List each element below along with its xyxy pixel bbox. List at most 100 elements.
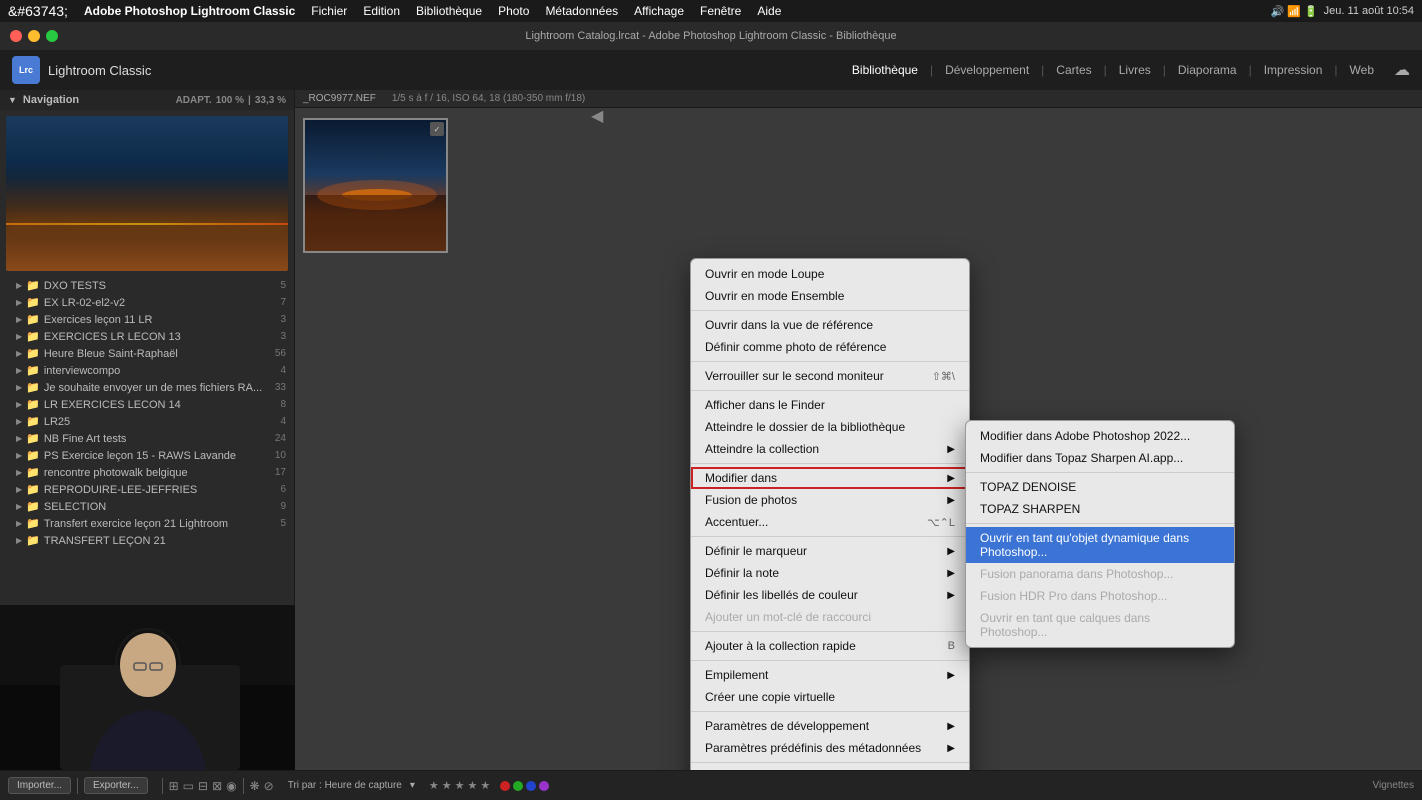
tab-livres[interactable]: Livres bbox=[1109, 59, 1161, 81]
context-menu-item-empilement[interactable]: Empilement▶ bbox=[691, 664, 969, 686]
submenu-item-smart-object[interactable]: Ouvrir en tant qu'objet dynamique dans P… bbox=[966, 527, 1234, 563]
context-menu-item-meta-params[interactable]: Paramètres prédéfinis des métadonnées▶ bbox=[691, 737, 969, 759]
star-1[interactable]: ★ bbox=[429, 779, 439, 792]
tab-developpement[interactable]: Développement bbox=[935, 59, 1039, 81]
folder-item[interactable]: ▶ 📁 interviewcompo 4 bbox=[0, 362, 294, 379]
compare-view-icon[interactable]: ⊟ bbox=[198, 779, 208, 793]
folder-item[interactable]: ▶ 📁 Je souhaite envoyer un de mes fichie… bbox=[0, 379, 294, 396]
folder-item[interactable]: ▶ 📁 Exercices leçon 11 LR 3 bbox=[0, 311, 294, 328]
grid-view-icon[interactable]: ⊞ bbox=[169, 779, 179, 793]
context-menu-item-copie-virtuelle[interactable]: Créer une copie virtuelle bbox=[691, 686, 969, 708]
folder-item[interactable]: ▶ 📁 DXO TESTS 5 bbox=[0, 277, 294, 294]
context-menu-item-modifier-dans[interactable]: Modifier dans▶ bbox=[691, 467, 969, 489]
tab-web[interactable]: Web bbox=[1340, 59, 1384, 81]
context-menu-item-lock-monitor[interactable]: Verrouiller sur le second moniteur⇧⌘\ bbox=[691, 365, 969, 387]
folder-item[interactable]: ▶ 📁 REPRODUIRE-LEE-JEFFRIES 6 bbox=[0, 481, 294, 498]
folder-item[interactable]: ▶ 📁 EXERCICES LR LECON 13 3 bbox=[0, 328, 294, 345]
apple-menu[interactable]: &#63743; bbox=[8, 3, 68, 19]
menubar-item-app[interactable]: Adobe Photoshop Lightroom Classic bbox=[78, 0, 301, 22]
import-button[interactable]: Importer... bbox=[8, 777, 71, 794]
menubar-item-fichier[interactable]: Fichier bbox=[305, 0, 353, 22]
folder-item[interactable]: ▶ 📁 NB Fine Art tests 24 bbox=[0, 430, 294, 447]
folder-item[interactable]: ▶ 📁 LR25 4 bbox=[0, 413, 294, 430]
menubar-item-photo[interactable]: Photo bbox=[492, 0, 535, 22]
context-menu-item-label: Ajouter à la collection rapide bbox=[705, 639, 856, 653]
folder-item[interactable]: ▶ 📁 TRANSFERT LEÇON 21 bbox=[0, 532, 294, 549]
filter-icon[interactable]: ⊘ bbox=[264, 779, 274, 793]
folder-name: DXO TESTS bbox=[44, 280, 277, 292]
context-menu-arrow: ▶ bbox=[947, 495, 955, 506]
menubar-item-aide[interactable]: Aide bbox=[751, 0, 787, 22]
context-menu-item-collection-rapide[interactable]: Ajouter à la collection rapideB bbox=[691, 635, 969, 657]
folder-item[interactable]: ▶ 📁 rencontre photowalk belgique 17 bbox=[0, 464, 294, 481]
context-menu-item-ensemble[interactable]: Ouvrir en mode Ensemble bbox=[691, 285, 969, 307]
context-menu-item-finder[interactable]: Afficher dans le Finder bbox=[691, 394, 969, 416]
submenu-item-topaz-denoise[interactable]: TOPAZ DENOISE bbox=[966, 476, 1234, 498]
tab-bibliotheque[interactable]: Bibliothèque bbox=[842, 59, 928, 81]
submenu-item-label: Modifier dans Topaz Sharpen AI.app... bbox=[980, 451, 1183, 465]
submenu-item-topaz-sharpen[interactable]: TOPAZ SHARPEN bbox=[966, 498, 1234, 520]
color-blue[interactable] bbox=[526, 781, 536, 791]
navigation-header[interactable]: ▼ Navigation ADAPT. 100 % | 33,3 % bbox=[0, 90, 294, 110]
folder-icon: 📁 bbox=[26, 330, 40, 343]
context-menu-item-library-folder[interactable]: Atteindre le dossier de la bibliothèque bbox=[691, 416, 969, 438]
star-4[interactable]: ★ bbox=[468, 779, 478, 792]
folder-name: NB Fine Art tests bbox=[44, 433, 271, 445]
folder-count: 9 bbox=[280, 501, 286, 512]
folder-icon: 📁 bbox=[26, 381, 40, 394]
color-red[interactable] bbox=[500, 781, 510, 791]
main-content: _ROC9977.NEF 1/5 s à f / 16, ISO 64, 18 … bbox=[295, 90, 1422, 770]
nav-tabs: Bibliothèque | Développement | Cartes | … bbox=[842, 59, 1410, 81]
color-purple[interactable] bbox=[539, 781, 549, 791]
submenu-item-topaz-sharpen-app[interactable]: Modifier dans Topaz Sharpen AI.app... bbox=[966, 447, 1234, 469]
maximize-button[interactable] bbox=[46, 30, 58, 42]
scroll-left-arrow[interactable]: ◀ bbox=[591, 106, 603, 126]
folder-item[interactable]: ▶ 📁 LR EXERCICES LECON 14 8 bbox=[0, 396, 294, 413]
context-menu-item-ref-photo[interactable]: Définir comme photo de référence bbox=[691, 336, 969, 358]
star-3[interactable]: ★ bbox=[455, 779, 465, 792]
menubar-item-edition[interactable]: Edition bbox=[357, 0, 406, 22]
folder-item[interactable]: ▶ 📁 PS Exercice leçon 15 - RAWS Lavande … bbox=[0, 447, 294, 464]
submenu-item-label: Fusion HDR Pro dans Photoshop... bbox=[980, 589, 1167, 603]
people-view-icon[interactable]: ◉ bbox=[226, 779, 236, 793]
star-2[interactable]: ★ bbox=[442, 779, 452, 792]
context-menu-separator bbox=[691, 660, 969, 661]
spray-icon[interactable]: ❋ bbox=[250, 779, 260, 793]
menubar-item-fenetre[interactable]: Fenêtre bbox=[694, 0, 747, 22]
minimize-button[interactable] bbox=[28, 30, 40, 42]
context-menu-item-ref-view[interactable]: Ouvrir dans la vue de référence bbox=[691, 314, 969, 336]
menubar-item-bibliotheque[interactable]: Bibliothèque bbox=[410, 0, 488, 22]
submenu-item-ps2022[interactable]: Modifier dans Adobe Photoshop 2022... bbox=[966, 425, 1234, 447]
menubar: &#63743; Adobe Photoshop Lightroom Class… bbox=[0, 0, 1422, 22]
folder-count: 10 bbox=[275, 450, 286, 461]
context-menu-item-collection[interactable]: Atteindre la collection▶ bbox=[691, 438, 969, 460]
folder-item[interactable]: ▶ 📁 Heure Bleue Saint-Raphaël 56 bbox=[0, 345, 294, 362]
context-menu-item-rotate-left[interactable]: Rotation antihoraire bbox=[691, 766, 969, 770]
context-menu-item-accentuer[interactable]: Accentuer...⌥⌃L bbox=[691, 511, 969, 533]
star-5[interactable]: ★ bbox=[480, 779, 490, 792]
folder-expand-arrow: ▶ bbox=[16, 298, 22, 307]
menubar-item-affichage[interactable]: Affichage bbox=[628, 0, 690, 22]
tab-cartes[interactable]: Cartes bbox=[1046, 59, 1101, 81]
context-menu-item-dev-params[interactable]: Paramètres de développement▶ bbox=[691, 715, 969, 737]
context-menu-item-loupe[interactable]: Ouvrir en mode Loupe bbox=[691, 263, 969, 285]
loupe-view-icon[interactable]: ▭ bbox=[183, 779, 194, 793]
folder-count: 3 bbox=[280, 331, 286, 342]
survey-view-icon[interactable]: ⊠ bbox=[212, 779, 222, 793]
folder-expand-arrow: ▶ bbox=[16, 366, 22, 375]
menubar-item-metadonnees[interactable]: Métadonnées bbox=[539, 0, 624, 22]
close-button[interactable] bbox=[10, 30, 22, 42]
folder-count: 7 bbox=[280, 297, 286, 308]
context-menu-item-note[interactable]: Définir la note▶ bbox=[691, 562, 969, 584]
folder-name: SELECTION bbox=[44, 501, 277, 513]
folder-item[interactable]: ▶ 📁 SELECTION 9 bbox=[0, 498, 294, 515]
context-menu-item-fusion-photos[interactable]: Fusion de photos▶ bbox=[691, 489, 969, 511]
tab-diaporama[interactable]: Diaporama bbox=[1168, 59, 1247, 81]
folder-item[interactable]: ▶ 📁 EX LR-02-el2-v2 7 bbox=[0, 294, 294, 311]
tab-impression[interactable]: Impression bbox=[1254, 59, 1333, 81]
context-menu-item-marqueur[interactable]: Définir le marqueur▶ bbox=[691, 540, 969, 562]
color-green[interactable] bbox=[513, 781, 523, 791]
context-menu-item-libelles[interactable]: Définir les libellés de couleur▶ bbox=[691, 584, 969, 606]
folder-item[interactable]: ▶ 📁 Transfert exercice leçon 21 Lightroo… bbox=[0, 515, 294, 532]
export-button[interactable]: Exporter... bbox=[84, 777, 148, 794]
